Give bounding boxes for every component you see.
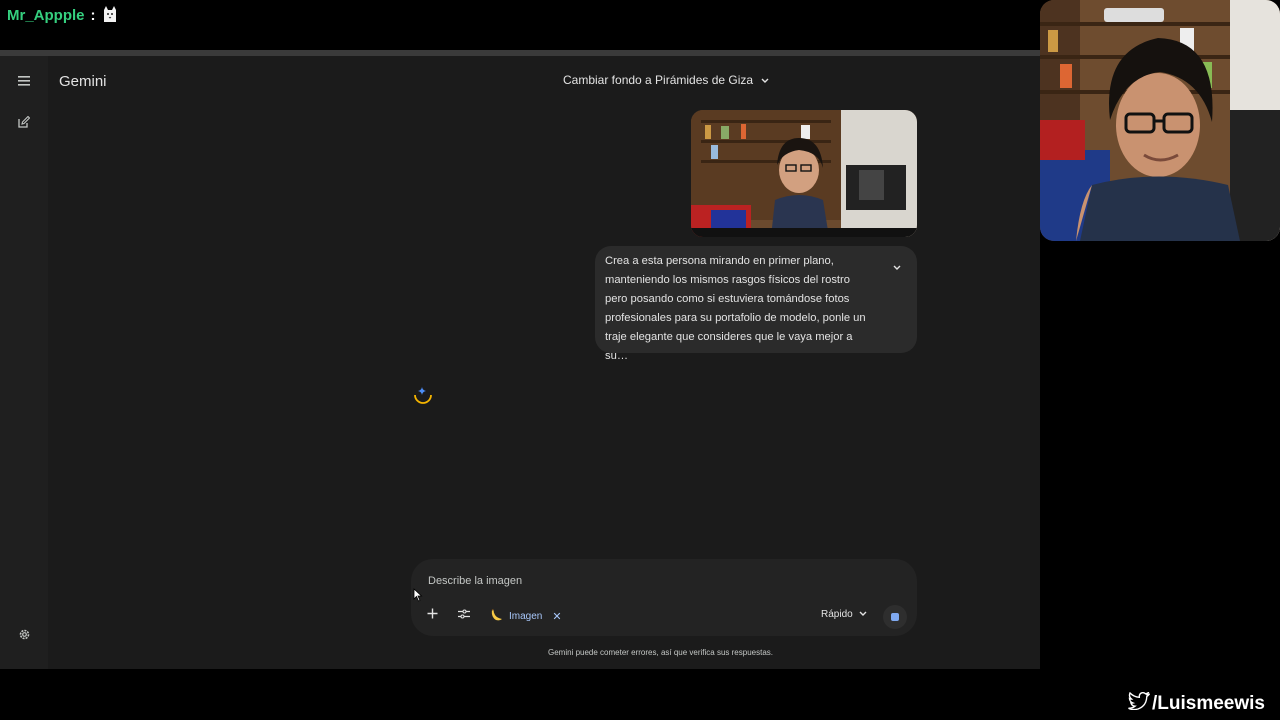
gemini-spark-icon (412, 385, 434, 407)
user-message-bubble: Crea a esta persona mirando en primer pl… (595, 246, 917, 362)
chat-colon: : (90, 6, 96, 24)
stop-button[interactable] (883, 605, 907, 629)
user-message-text: Crea a esta persona mirando en primer pl… (605, 255, 866, 362)
imagen-tool-chip[interactable]: Imagen ✕ (489, 607, 562, 625)
conversation-title: Cambiar fondo a Pirámides de Giza (563, 73, 754, 87)
model-label: Rápido (821, 609, 853, 620)
banana-icon (489, 608, 503, 625)
twitter-icon (1128, 691, 1151, 716)
tune-icon (458, 606, 470, 624)
side-rail (0, 56, 48, 669)
prompt-input[interactable] (426, 571, 810, 591)
add-button[interactable] (424, 607, 440, 623)
stop-icon (891, 613, 899, 621)
gear-icon (18, 628, 31, 646)
conversation-title-button[interactable]: Cambiar fondo a Pirámides de Giza (563, 73, 769, 87)
webcam-overlay (1040, 0, 1280, 241)
chat-username: Mr_Appple (7, 6, 85, 24)
mouse-pointer-icon (413, 588, 423, 607)
prompt-composer: Imagen ✕ Rápido (411, 559, 917, 636)
new-chat-button[interactable] (12, 112, 36, 136)
social-handle: /Luismeewis (1128, 691, 1265, 716)
app-brand: Gemini (59, 73, 107, 90)
tools-button[interactable] (456, 607, 472, 623)
chevron-down-icon (761, 73, 769, 87)
disclaimer: Gemini puede cometer errores, así que ve… (548, 648, 773, 657)
chevron-down-icon[interactable] (893, 258, 901, 276)
imagen-chip-label: Imagen (509, 610, 543, 622)
close-icon[interactable]: ✕ (552, 610, 561, 623)
uploaded-image[interactable] (691, 110, 917, 237)
menu-icon (18, 73, 30, 91)
model-selector[interactable]: Rápido (821, 609, 867, 620)
chevron-down-icon (859, 609, 867, 620)
social-handle-text: /Luismeewis (1152, 693, 1265, 714)
cat-emote-icon (102, 6, 118, 24)
plus-icon (427, 606, 438, 624)
chat-message: Mr_Appple : (7, 4, 118, 26)
menu-button[interactable] (12, 70, 36, 94)
settings-button[interactable] (12, 625, 36, 649)
edit-icon (18, 115, 31, 133)
gemini-app: Gemini Cambiar fondo a Pirámides de Giza (0, 56, 1040, 669)
